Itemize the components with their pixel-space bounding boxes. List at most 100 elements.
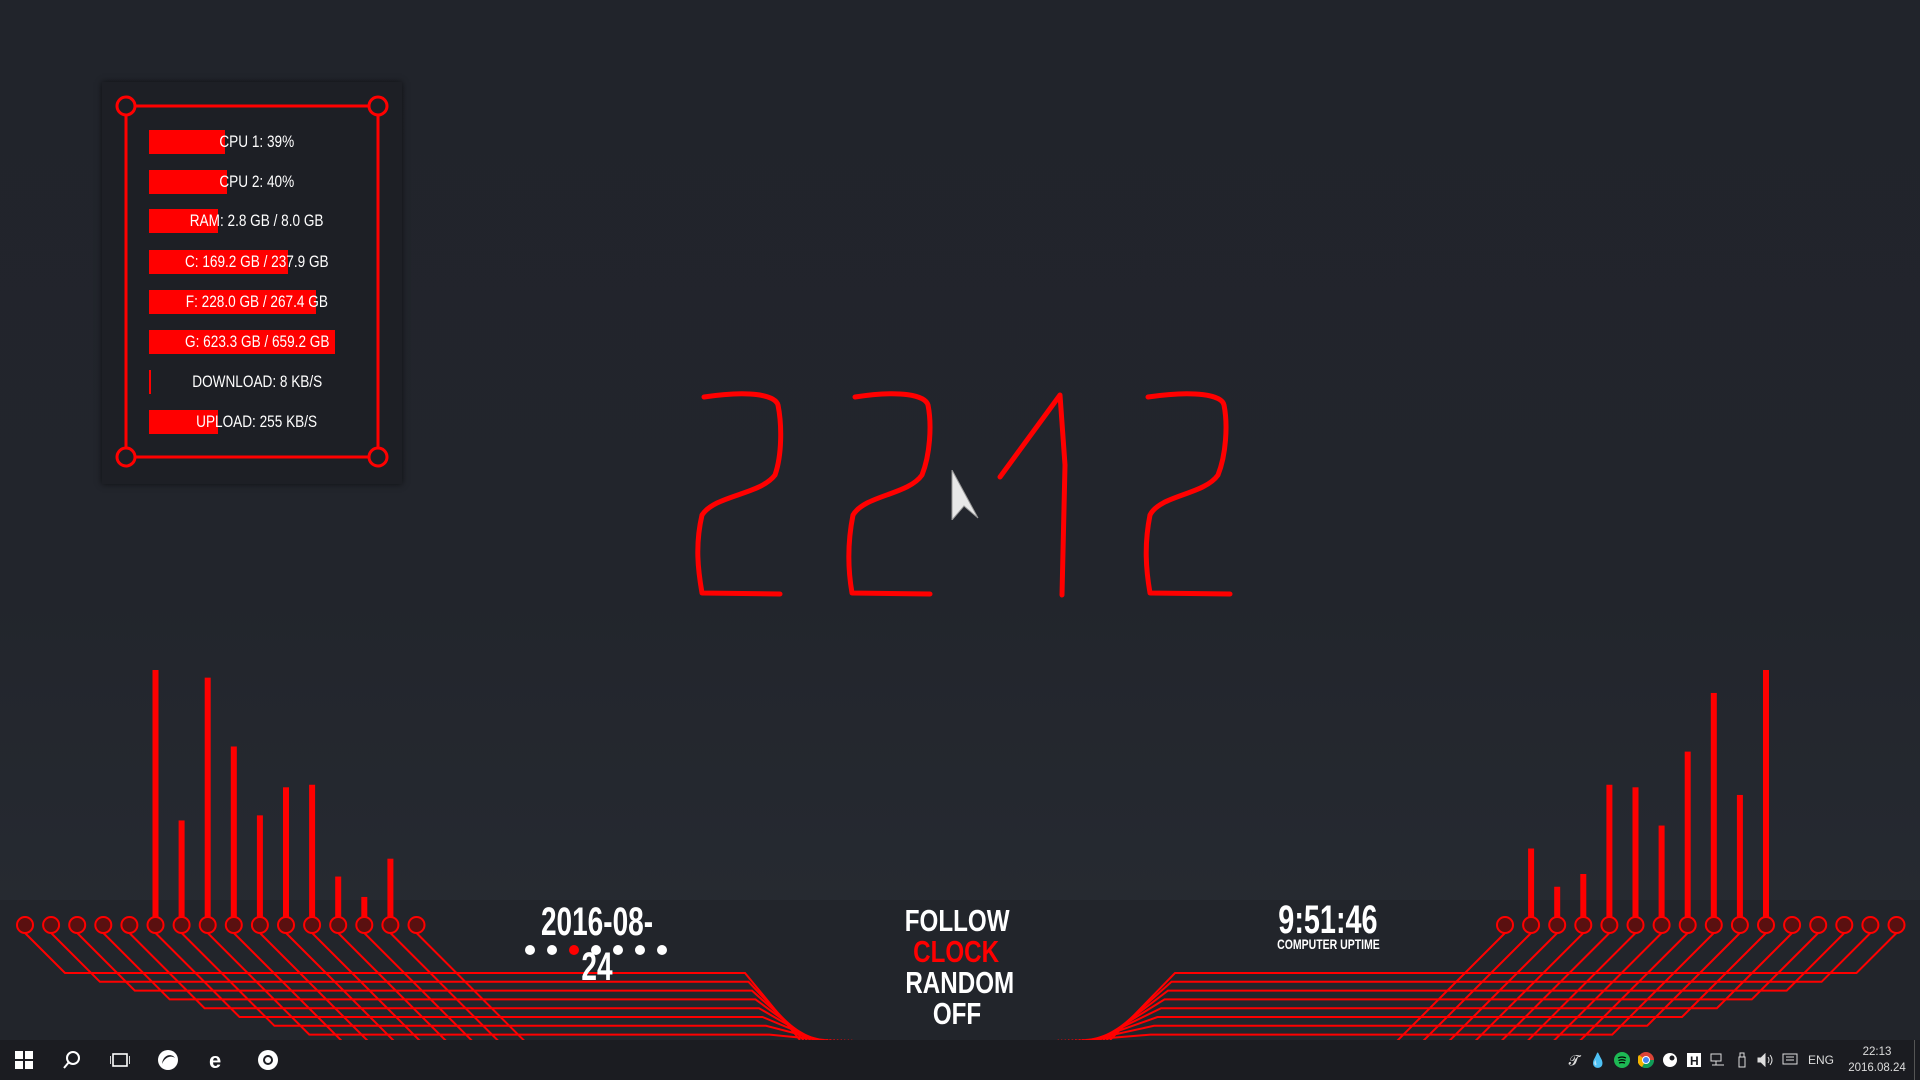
meter-label: CPU 1: 39%: [219, 132, 295, 151]
font-icon[interactable]: 𝓣: [1562, 1040, 1586, 1080]
cpu2-meter: CPU 2: 40%: [149, 170, 345, 194]
random-option[interactable]: RANDOM: [890, 967, 1023, 998]
visualizer-bar: [1684, 751, 1691, 925]
steam-icon[interactable]: [1658, 1040, 1682, 1080]
meter-label: CPU 2: 40%: [219, 172, 295, 191]
edge-icon[interactable]: e: [194, 1040, 242, 1080]
visualizer-node: [1704, 916, 1723, 934]
clock-option[interactable]: CLOCK: [890, 936, 1023, 967]
visualizer-node: [146, 916, 165, 934]
download-meter: DOWNLOAD: 8 KB/S: [149, 370, 345, 394]
visualizer-node: [381, 916, 400, 934]
usb-icon[interactable]: [1730, 1040, 1754, 1080]
visualizer-node: [250, 916, 269, 934]
system-monitor-widget: CPU 1: 39% CPU 2: 40% RAM: 2.8 GB / 8.0 …: [102, 82, 402, 484]
page-dot[interactable]: [635, 945, 645, 955]
svg-text:H: H: [1690, 1054, 1699, 1067]
meter-label: G: 623.3 GB / 659.2 GB: [184, 332, 330, 351]
visualizer-node: [94, 916, 113, 934]
circuit-line: [76, 932, 808, 1040]
upload-meter: UPLOAD: 255 KB/S: [149, 410, 345, 434]
page-dot[interactable]: [547, 945, 557, 955]
follow-label: FOLLOW: [904, 903, 1010, 938]
visualizer-node: [16, 916, 34, 934]
chrome-icon[interactable]: [244, 1040, 292, 1080]
meter-label: RAM: 2.8 GB / 8.0 GB: [190, 211, 324, 230]
visualizer-bar: [387, 858, 394, 925]
show-desktop-button[interactable]: [1914, 1040, 1915, 1080]
visualizer-bar: [1632, 787, 1639, 925]
visualizer-node: [224, 916, 243, 934]
taskbar-date: 2016.08.24: [1848, 1062, 1906, 1074]
visualizer-bar: [178, 820, 185, 925]
start-icon[interactable]: [0, 1040, 48, 1080]
circuit-line: [154, 932, 818, 1040]
meter-label: UPLOAD: 255 KB/S: [196, 412, 318, 431]
visualizer-node: [1626, 916, 1645, 934]
page-dot[interactable]: [591, 945, 601, 955]
visualizer-bar: [309, 784, 316, 925]
notification-icon[interactable]: [1778, 1040, 1802, 1080]
uptime-value: 9:51:46: [1278, 898, 1378, 942]
page-dot[interactable]: [657, 945, 667, 955]
visualizer-node: [42, 916, 61, 934]
visualizer-node: [277, 916, 295, 934]
visualizer-bar: [204, 677, 211, 925]
visualizer-node: [407, 916, 426, 934]
drive-c-meter: C: 169.2 GB / 237.9 GB: [149, 250, 345, 274]
visualizer-node: [1861, 916, 1880, 934]
circuit-line: [1092, 932, 1767, 1040]
visualizer-node: [120, 916, 139, 934]
visualizer-node: [1730, 916, 1749, 934]
visualizer-node: [1757, 916, 1775, 934]
date-dots: [525, 945, 667, 955]
drive-f-meter: F: 228.0 GB / 267.4 GB: [149, 290, 345, 314]
ram-meter: RAM: 2.8 GB / 8.0 GB: [149, 209, 345, 233]
clock-digit-2: [695, 391, 784, 597]
visualizer-bar: [152, 670, 159, 925]
circuit-line: [128, 932, 815, 1040]
meter-label: F: 228.0 GB / 267.4 GB: [185, 292, 329, 311]
circuit-line: [1098, 932, 1819, 1040]
spotify-icon[interactable]: [1610, 1040, 1634, 1080]
visualizer-node: [1835, 916, 1854, 934]
visualizer-node: [1496, 916, 1514, 934]
taskbar-clock[interactable]: 22:13 2016.08.24: [1846, 1044, 1908, 1076]
visualizer-node: [1600, 916, 1619, 934]
drive-g-meter: G: 623.3 GB / 659.2 GB: [149, 330, 345, 354]
clock-digit-2: [1143, 391, 1233, 597]
visualizer-bar: [283, 787, 289, 925]
visualizer-node: [1574, 916, 1593, 934]
uptime-display: 9:51:46 COMPUTER UPTIME: [1228, 900, 1428, 952]
volume-icon[interactable]: [1754, 1040, 1778, 1080]
visualizer-node: [198, 916, 217, 934]
visualizer-node: [303, 916, 322, 934]
mouse-cursor-icon: [951, 470, 979, 520]
visualizer-bar: [1528, 848, 1535, 925]
visualizer-bar: [1736, 794, 1743, 925]
search-icon[interactable]: [48, 1040, 96, 1080]
taskbar-time: 22:13: [1862, 1046, 1892, 1058]
off-option[interactable]: OFF: [890, 998, 1023, 1029]
circuit-line: [1102, 932, 1846, 1040]
visualizer-node: [355, 916, 374, 934]
network-icon[interactable]: [1706, 1040, 1730, 1080]
visualizer-node: [172, 916, 191, 934]
visualizer-node: [1652, 916, 1671, 934]
visualizer-bar: [1606, 784, 1613, 925]
cpu1-meter: CPU 1: 39%: [149, 130, 345, 154]
language-indicator[interactable]: ENG: [1808, 1040, 1834, 1080]
uptime-label: COMPUTER UPTIME: [1276, 936, 1380, 952]
page-dot[interactable]: [569, 945, 579, 955]
task-view-icon[interactable]: [96, 1040, 144, 1080]
chrome-tray-icon[interactable]: [1634, 1040, 1658, 1080]
visualizer-bar: [1763, 670, 1769, 925]
h-icon[interactable]: H: [1682, 1040, 1706, 1080]
clock-digit-1: [997, 392, 1068, 598]
page-dot[interactable]: [613, 945, 623, 955]
page-dot[interactable]: [525, 945, 535, 955]
meter-label: C: 169.2 GB / 237.9 GB: [185, 252, 329, 271]
drop-icon[interactable]: 💧: [1586, 1040, 1610, 1080]
meter-label: DOWNLOAD: 8 KB/S: [191, 372, 322, 391]
firefox-icon[interactable]: [144, 1040, 192, 1080]
